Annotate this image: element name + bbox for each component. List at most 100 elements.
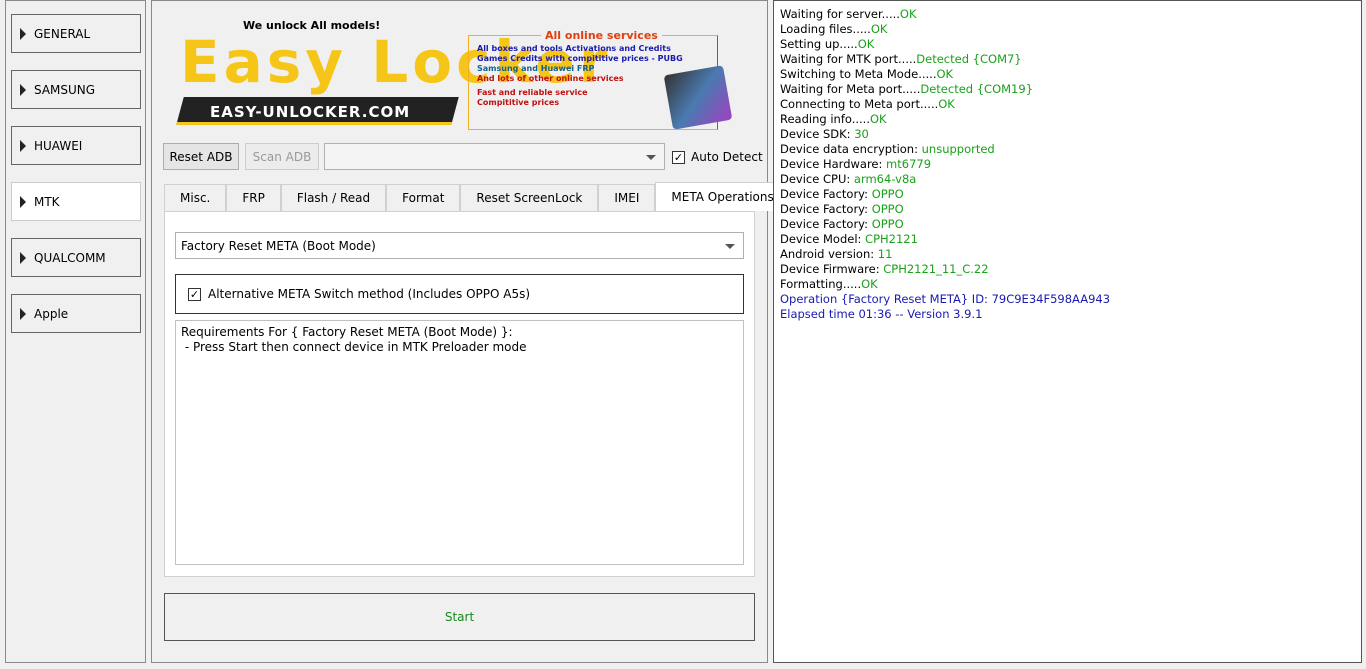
- log-line: Connecting to Meta port.....OK: [780, 97, 1361, 112]
- log-line: Waiting for Meta port.....Detected {COM1…: [780, 82, 1361, 97]
- category-sidebar: GENERAL SAMSUNG HUAWEI MTK QUALCOMM Appl…: [5, 0, 146, 663]
- sidebar-item-general[interactable]: GENERAL: [11, 14, 141, 53]
- log-label: Device Factory:: [780, 202, 872, 216]
- sidebar-item-label: HUAWEI: [34, 138, 83, 153]
- log-status: Detected {COM19}: [920, 82, 1034, 96]
- log-output[interactable]: Waiting for server.....OK Loading files..…: [773, 0, 1362, 663]
- auto-detect-checkbox[interactable]: ✓ Auto Detect: [672, 150, 763, 164]
- chevron-down-icon: [646, 154, 656, 160]
- alt-meta-switch-checkbox[interactable]: ✓ Alternative META Switch method (Include…: [175, 274, 744, 314]
- log-line: Device Factory: OPPO: [780, 202, 1361, 217]
- log-status: OK: [870, 22, 888, 36]
- tab-flash-read[interactable]: Flash / Read: [280, 184, 387, 211]
- tab-format[interactable]: Format: [386, 184, 461, 211]
- log-label: Device data encryption:: [780, 142, 922, 156]
- log-info-line: Elapsed time 01:36 -- Version 3.9.1: [780, 307, 983, 321]
- log-status: OK: [861, 277, 878, 291]
- checkmark-icon: ✓: [672, 150, 685, 164]
- log-label: Reading info.....: [780, 112, 870, 126]
- expand-arrow-icon: [20, 83, 26, 96]
- log-line: Setting up.....OK: [780, 37, 1361, 52]
- log-status: arm64-v8a: [853, 172, 917, 186]
- log-status: 11: [877, 247, 893, 261]
- expand-arrow-icon: [20, 27, 26, 40]
- log-label: Connecting to Meta port.....: [780, 97, 939, 111]
- log-line: Device Factory: OPPO: [780, 187, 1361, 202]
- service-line: Samsung and Huawei FRP: [477, 64, 595, 73]
- log-line: Formatting.....OK: [780, 277, 1361, 292]
- services-title: All online services: [541, 29, 662, 42]
- tab-bar: Misc. FRP Flash / Read Format Reset Scre…: [164, 182, 790, 211]
- sidebar-item-label: SAMSUNG: [34, 82, 96, 97]
- log-status: OK: [869, 112, 887, 126]
- tab-meta-operations[interactable]: META Operations: [655, 182, 790, 211]
- log-status: OK: [857, 37, 875, 51]
- alt-meta-switch-label: Alternative META Switch method (Includes…: [208, 287, 531, 301]
- promo-line: Compititive prices: [477, 98, 560, 107]
- service-line: Games Credits with compititive prices - …: [477, 54, 683, 63]
- expand-arrow-icon: [20, 251, 26, 264]
- log-line: Waiting for MTK port.....Detected {COM7}: [780, 52, 1361, 67]
- log-status: Detected {COM7}: [916, 52, 1022, 66]
- log-label: Device Model:: [780, 232, 866, 246]
- sidebar-item-mtk[interactable]: MTK: [11, 182, 141, 221]
- reset-adb-button[interactable]: Reset ADB: [163, 143, 239, 170]
- selected-operation: Factory Reset META (Boot Mode): [181, 238, 376, 253]
- sidebar-item-qualcomm[interactable]: QUALCOMM: [11, 238, 141, 277]
- sidebar-item-huawei[interactable]: HUAWEI: [11, 126, 141, 165]
- scan-adb-button[interactable]: Scan ADB: [245, 143, 319, 170]
- log-status: OPPO: [871, 217, 904, 231]
- log-line: Switching to Meta Mode.....OK: [780, 67, 1361, 82]
- log-status: OPPO: [871, 202, 904, 216]
- log-line: Reading info.....OK: [780, 112, 1361, 127]
- log-line: Device data encryption: unsupported: [780, 142, 1361, 157]
- game-cards-image: [663, 65, 733, 130]
- tab-frp[interactable]: FRP: [226, 184, 281, 211]
- sidebar-item-apple[interactable]: Apple: [11, 294, 141, 333]
- banner[interactable]: We unlock All models! Easy Locker EASY-U…: [176, 15, 733, 130]
- log-label: Waiting for MTK port.....: [780, 52, 917, 66]
- service-line: And lots of other online services: [477, 74, 624, 83]
- log-line: Loading files.....OK: [780, 22, 1361, 37]
- log-line: Device Firmware: CPH2121_11_C.22: [780, 262, 1361, 277]
- sidebar-item-samsung[interactable]: SAMSUNG: [11, 70, 141, 109]
- log-label: Device Hardware:: [780, 157, 887, 171]
- banner-site: EASY-UNLOCKER.COM: [210, 103, 411, 121]
- log-label: Device SDK:: [780, 127, 855, 141]
- expand-arrow-icon: [20, 307, 26, 320]
- log-status: 30: [854, 127, 869, 141]
- chevron-down-icon: [725, 243, 735, 249]
- log-label: Formatting.....: [780, 277, 862, 291]
- log-line: Device CPU: arm64-v8a: [780, 172, 1361, 187]
- log-line: Android version: 11: [780, 247, 1361, 262]
- log-label: Device Factory:: [780, 217, 872, 231]
- log-label: Loading files.....: [780, 22, 871, 36]
- log-label: Device Firmware:: [780, 262, 884, 276]
- log-status: OK: [899, 7, 917, 21]
- log-line: Device Hardware: mt6779: [780, 157, 1361, 172]
- log-label: Setting up.....: [780, 37, 858, 51]
- log-label: Waiting for server.....: [780, 7, 900, 21]
- expand-arrow-icon: [20, 195, 26, 208]
- checkmark-icon: ✓: [188, 287, 201, 301]
- tab-misc[interactable]: Misc.: [164, 184, 227, 211]
- tab-imei[interactable]: IMEI: [598, 184, 656, 211]
- sidebar-item-label: Apple: [34, 306, 69, 321]
- log-status: CPH2121: [865, 232, 918, 246]
- requirements-textarea[interactable]: Requirements For { Factory Reset META (B…: [175, 320, 744, 565]
- meta-operation-select[interactable]: Factory Reset META (Boot Mode): [175, 232, 744, 259]
- start-button[interactable]: Start: [164, 593, 755, 641]
- expand-arrow-icon: [20, 139, 26, 152]
- log-label: Device CPU:: [780, 172, 854, 186]
- log-status: OK: [938, 97, 955, 111]
- log-line: Device Factory: OPPO: [780, 217, 1361, 232]
- log-label: Switching to Meta Mode.....: [780, 67, 937, 81]
- port-select[interactable]: [324, 143, 665, 170]
- service-line: All boxes and tools Activations and Cred…: [477, 44, 671, 53]
- sidebar-item-label: MTK: [34, 194, 60, 209]
- sidebar-item-label: QUALCOMM: [34, 250, 106, 265]
- sidebar-item-label: GENERAL: [34, 26, 91, 41]
- log-status: CPH2121_11_C.22: [883, 262, 989, 276]
- tab-reset-screenlock[interactable]: Reset ScreenLock: [460, 184, 599, 211]
- log-label: Android version:: [780, 247, 878, 261]
